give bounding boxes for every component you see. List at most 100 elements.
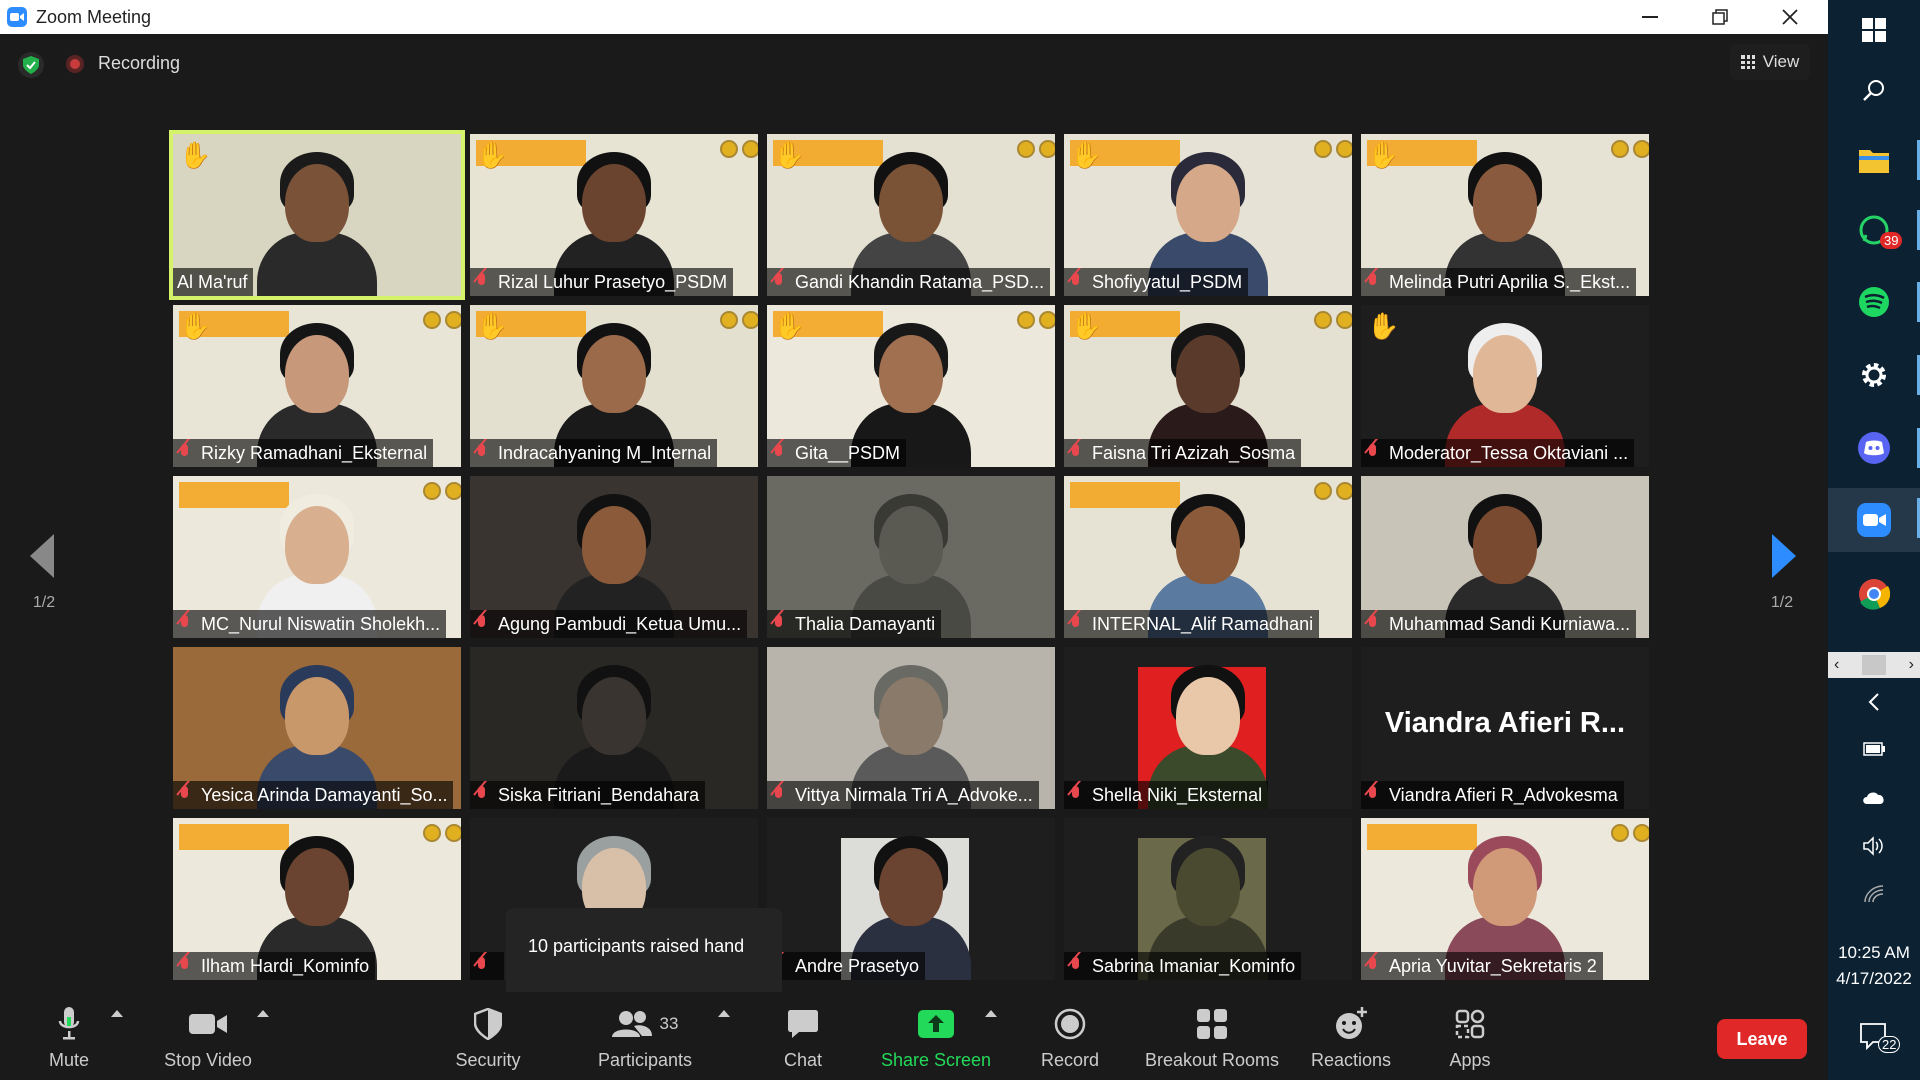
muted-microphone-icon bbox=[1068, 444, 1084, 462]
logo-badge-icon bbox=[423, 311, 441, 329]
view-button[interactable]: View bbox=[1730, 44, 1810, 80]
restore-button[interactable] bbox=[1690, 0, 1750, 34]
participant-name-label: Ilham Hardi_Kominfo bbox=[173, 952, 376, 980]
participant-name: Ilham Hardi_Kominfo bbox=[201, 955, 370, 976]
participant-name-label: Shella Niki_Eksternal bbox=[1064, 781, 1269, 809]
participant-figure bbox=[257, 146, 377, 296]
muted-microphone-icon bbox=[1365, 615, 1381, 633]
participant-face bbox=[285, 164, 349, 242]
participant-name: MC_Nurul Niswatin Sholekh... bbox=[201, 613, 441, 634]
participant-tile[interactable]: Siska Fitriani_Bendahara bbox=[470, 647, 758, 809]
muted-microphone-icon bbox=[771, 273, 787, 291]
participant-tile[interactable]: ✋ Rizal Luhur Prasetyo_PSDM bbox=[470, 134, 758, 296]
spotify-icon[interactable] bbox=[1828, 272, 1920, 332]
muted-microphone-icon bbox=[771, 615, 787, 633]
participant-name-label: Agung Pambudi_Ketua Umu... bbox=[470, 610, 748, 638]
logo-badge-icon bbox=[423, 482, 441, 500]
encryption-shield-icon[interactable] bbox=[18, 52, 44, 78]
raised-hand-icon: ✋ bbox=[773, 311, 806, 341]
video-options-chevron-icon[interactable] bbox=[257, 1010, 269, 1017]
logo-badge-icon bbox=[1039, 311, 1055, 329]
record-label: Record bbox=[1040, 1050, 1100, 1070]
participant-big-name: Viandra Afieri R... bbox=[1384, 707, 1626, 739]
participant-tile[interactable]: ✋ Shofiyyatul_PSDM bbox=[1064, 134, 1352, 296]
participant-name-label: Muhammad Sandi Kurniawa... bbox=[1361, 610, 1637, 638]
muted-microphone-icon bbox=[1068, 957, 1084, 975]
participant-face bbox=[285, 335, 349, 413]
chat-button[interactable]: Chat bbox=[770, 992, 836, 1080]
search-icon[interactable] bbox=[1828, 60, 1920, 120]
participant-tile[interactable]: INTERNAL_Alif Ramadhani bbox=[1064, 476, 1352, 638]
record-button[interactable]: Record bbox=[1034, 992, 1106, 1080]
muted-microphone-icon bbox=[1068, 615, 1084, 633]
scroll-thumb[interactable] bbox=[1862, 655, 1886, 675]
zoom-taskbar-icon[interactable] bbox=[1828, 488, 1920, 552]
participant-name: Rizal Luhur Prasetyo_PSDM bbox=[498, 271, 728, 292]
participant-tile[interactable]: Viandra Afieri R... Viandra Afieri R_Advo… bbox=[1361, 647, 1649, 809]
tray-chevron-icon[interactable] bbox=[1828, 692, 1920, 712]
participant-tile[interactable]: Agung Pambudi_Ketua Umu... bbox=[470, 476, 758, 638]
muted-microphone-icon bbox=[1068, 786, 1084, 804]
stop-video-button[interactable]: Stop Video bbox=[158, 992, 258, 1080]
participants-options-chevron-icon[interactable] bbox=[718, 1010, 730, 1017]
apps-button[interactable]: Apps bbox=[1440, 992, 1500, 1080]
scroll-left-icon[interactable]: ‹ bbox=[1834, 656, 1839, 674]
participant-tile[interactable]: ✋ Moderator_Tessa Oktaviani ... bbox=[1361, 305, 1649, 467]
wifi-icon[interactable] bbox=[1828, 884, 1920, 904]
participant-tile[interactable]: Sabrina Imaniar_Kominfo bbox=[1064, 818, 1352, 980]
participant-face bbox=[1176, 677, 1240, 755]
whatsapp-icon[interactable]: 39 bbox=[1828, 200, 1920, 260]
share-screen-button[interactable]: Share Screen bbox=[874, 992, 998, 1080]
battery-icon[interactable] bbox=[1828, 742, 1920, 756]
participant-tile[interactable]: ✋ Rizky Ramadhani_Eksternal bbox=[173, 305, 461, 467]
participant-tile[interactable]: ✋ Faisna Tri Azizah_Sosma bbox=[1064, 305, 1352, 467]
close-button[interactable] bbox=[1760, 0, 1820, 34]
participant-tile[interactable]: Muhammad Sandi Kurniawa... bbox=[1361, 476, 1649, 638]
participant-tile[interactable]: MC_Nurul Niswatin Sholekh... bbox=[173, 476, 461, 638]
reactions-button[interactable]: Reactions bbox=[1306, 992, 1396, 1080]
participant-tile[interactable]: Thalia Damayanti bbox=[767, 476, 1055, 638]
participant-tile[interactable]: Yesica Arinda Damayanti_So... bbox=[173, 647, 461, 809]
security-button[interactable]: Security bbox=[446, 992, 530, 1080]
participant-face bbox=[879, 164, 943, 242]
notifications-icon[interactable]: 22 bbox=[1828, 1022, 1920, 1053]
participant-name: Andre Prasetyo bbox=[795, 955, 920, 976]
settings-gear-icon[interactable] bbox=[1828, 345, 1920, 405]
participant-tile[interactable]: ✋ Gita__PSDM bbox=[767, 305, 1055, 467]
participant-tile[interactable]: ✋ Melinda Putri Aprilia S._Ekst... bbox=[1361, 134, 1649, 296]
audio-options-chevron-icon[interactable] bbox=[111, 1010, 123, 1017]
participant-name-label: MC_Nurul Niswatin Sholekh... bbox=[173, 610, 447, 638]
participant-name: Sabrina Imaniar_Kominfo bbox=[1092, 955, 1296, 976]
minimize-button[interactable] bbox=[1620, 0, 1680, 34]
windows-start-icon[interactable] bbox=[1828, 0, 1920, 60]
discord-icon[interactable] bbox=[1828, 418, 1920, 478]
participant-name: Melinda Putri Aprilia S._Ekst... bbox=[1389, 271, 1631, 292]
mute-button[interactable]: Mute bbox=[38, 992, 100, 1080]
participant-tile[interactable]: Ilham Hardi_Kominfo bbox=[173, 818, 461, 980]
participant-tile[interactable]: Vittya Nirmala Tri A_Advoke... bbox=[767, 647, 1055, 809]
chrome-icon[interactable] bbox=[1828, 564, 1920, 624]
participants-button[interactable]: 33 Participants bbox=[592, 992, 698, 1080]
recording-indicator[interactable]: Recording bbox=[66, 53, 180, 74]
scroll-right-icon[interactable]: › bbox=[1909, 656, 1914, 674]
muted-microphone-icon bbox=[771, 444, 787, 462]
participant-tile[interactable]: Andre Prasetyo bbox=[767, 818, 1055, 980]
system-clock[interactable]: 10:25 AM 4/17/2022 bbox=[1828, 940, 1920, 992]
participant-tile[interactable]: Shella Niki_Eksternal bbox=[1064, 647, 1352, 809]
participant-tile[interactable]: ✋ Gandi Khandin Ratama_PSD... bbox=[767, 134, 1055, 296]
participant-tile[interactable]: ✋ Al Ma'ruf bbox=[169, 130, 465, 300]
next-page-arrow-icon[interactable] bbox=[1772, 534, 1796, 578]
logo-badge-icon bbox=[1039, 140, 1055, 158]
participant-tile[interactable]: Apria Yuvitar_Sekretaris 2 bbox=[1361, 818, 1649, 980]
previous-page-arrow-icon[interactable] bbox=[30, 534, 54, 578]
share-options-chevron-icon[interactable] bbox=[985, 1010, 997, 1017]
onedrive-cloud-icon[interactable] bbox=[1828, 790, 1920, 804]
leave-button[interactable]: Leave bbox=[1717, 1019, 1807, 1059]
volume-icon[interactable] bbox=[1828, 836, 1920, 856]
file-explorer-icon[interactable] bbox=[1828, 130, 1920, 190]
participant-name-label: Rizal Luhur Prasetyo_PSDM bbox=[470, 268, 734, 296]
participant-tile[interactable]: ✋ Indracahyaning M_Internal bbox=[470, 305, 758, 467]
record-icon bbox=[1054, 1004, 1086, 1044]
taskbar-scroll[interactable]: ‹ › bbox=[1828, 652, 1920, 678]
breakout-rooms-button[interactable]: Breakout Rooms bbox=[1140, 992, 1284, 1080]
